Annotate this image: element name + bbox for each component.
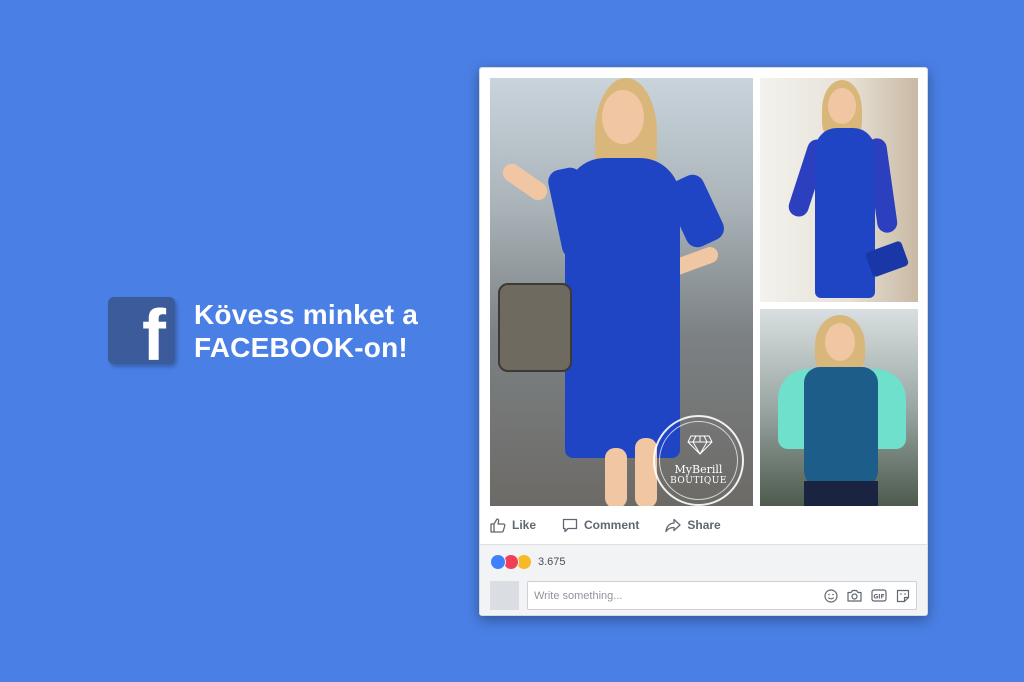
reaction-count: 3.675 (538, 556, 566, 568)
svg-text:GIF: GIF (873, 593, 884, 600)
like-reaction-icon (490, 554, 506, 570)
promo-line-2: FACEBOOK-on! (194, 331, 408, 363)
like-label: Like (512, 518, 537, 532)
watermark-brand: MyBerill (674, 463, 723, 476)
comment-button[interactable]: Comment (562, 518, 639, 533)
sticker-icon[interactable] (896, 589, 910, 603)
post-photo-top-right[interactable] (760, 78, 918, 302)
promo-heading: Kövess minket a FACEBOOK-on! (194, 298, 418, 364)
myberill-watermark: MyBerill BOUTIQUE (653, 415, 744, 506)
comment-input[interactable]: Write something... GIF (527, 581, 917, 610)
facebook-logo-icon[interactable]: f (108, 297, 175, 364)
share-button[interactable]: Share (665, 518, 721, 533)
promo-line-1: Kövess minket a (194, 298, 418, 330)
comment-icon (562, 518, 578, 532)
facebook-promo: f Kövess minket a FACEBOOK-on! (108, 297, 418, 364)
gif-icon[interactable]: GIF (871, 589, 887, 602)
like-button[interactable]: Like (490, 517, 537, 533)
diamond-icon (687, 435, 713, 455)
emoji-icon[interactable] (824, 588, 838, 603)
share-icon (665, 518, 682, 532)
comment-composer: Write something... GIF (490, 581, 917, 610)
camera-icon[interactable] (847, 589, 862, 602)
comment-label: Comment (584, 518, 640, 532)
post-footer: 3.675 Write something... GIF (480, 544, 927, 615)
reactions-summary[interactable]: 3.675 (490, 554, 566, 570)
share-label: Share (687, 518, 721, 532)
post-actions-bar: Like Comment Share (490, 514, 747, 536)
thumbs-up-icon (490, 517, 506, 533)
avatar (490, 581, 519, 610)
watermark-subtitle: BOUTIQUE (670, 476, 727, 486)
facebook-post-card: MyBerill BOUTIQUE Like Comment Share 3.6… (479, 67, 928, 616)
post-photo-main[interactable]: MyBerill BOUTIQUE (490, 78, 753, 506)
comment-placeholder: Write something... (534, 589, 623, 602)
post-photo-bottom-right[interactable] (760, 309, 918, 506)
